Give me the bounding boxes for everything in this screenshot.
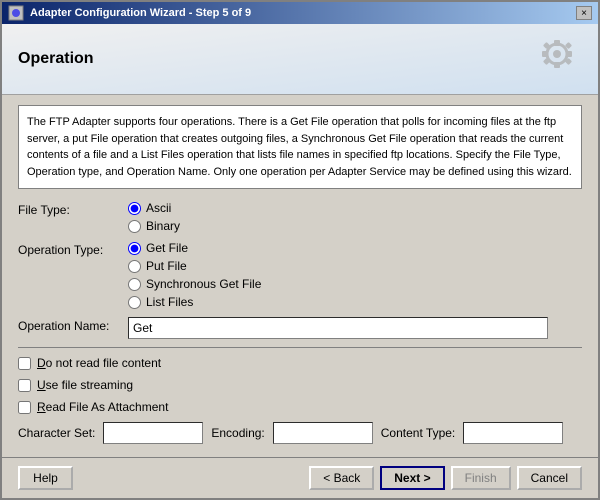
file-type-binary-item[interactable]: Binary bbox=[128, 219, 180, 233]
no-read-checkbox-row[interactable]: Do not read file content bbox=[18, 356, 582, 370]
no-read-checkbox[interactable] bbox=[18, 357, 31, 370]
encoding-input[interactable] bbox=[273, 422, 373, 444]
op-get-file-label: Get File bbox=[146, 241, 188, 255]
footer-buttons: < Back Next > Finish Cancel bbox=[309, 466, 582, 490]
title-text: Adapter Configuration Wizard - Step 5 of… bbox=[30, 7, 251, 19]
op-sync-get-item[interactable]: Synchronous Get File bbox=[128, 277, 261, 291]
op-get-file-radio[interactable] bbox=[128, 242, 141, 255]
description-text: The FTP Adapter supports four operations… bbox=[27, 116, 572, 178]
close-button[interactable]: × bbox=[576, 6, 592, 20]
content-type-label: Content Type: bbox=[381, 426, 456, 440]
file-type-ascii-radio[interactable] bbox=[128, 202, 141, 215]
character-set-input[interactable] bbox=[103, 422, 203, 444]
op-sync-get-radio[interactable] bbox=[128, 278, 141, 291]
gear-icon bbox=[522, 34, 582, 84]
operation-name-row: Operation Name: bbox=[18, 317, 582, 339]
op-sync-get-label: Synchronous Get File bbox=[146, 277, 261, 291]
operation-name-label: Operation Name: bbox=[18, 317, 128, 333]
file-type-ascii-item[interactable]: Ascii bbox=[128, 201, 180, 215]
file-type-group: Ascii Binary bbox=[128, 201, 180, 233]
op-list-files-item[interactable]: List Files bbox=[128, 295, 261, 309]
operation-type-group: Get File Put File Synchronous Get File L… bbox=[128, 241, 261, 309]
file-type-binary-radio[interactable] bbox=[128, 220, 141, 233]
op-put-file-item[interactable]: Put File bbox=[128, 259, 261, 273]
help-button[interactable]: Help bbox=[18, 466, 73, 490]
op-put-file-label: Put File bbox=[146, 259, 187, 273]
wizard-icon bbox=[8, 5, 24, 21]
wizard-window: Adapter Configuration Wizard - Step 5 of… bbox=[0, 0, 600, 500]
streaming-checkbox[interactable] bbox=[18, 379, 31, 392]
file-type-binary-label: Binary bbox=[146, 219, 180, 233]
operation-name-input[interactable] bbox=[128, 317, 548, 339]
character-set-label: Character Set: bbox=[18, 426, 95, 440]
header-section: Operation bbox=[2, 24, 598, 95]
file-type-row: File Type: Ascii Binary bbox=[18, 201, 582, 233]
operation-type-row: Operation Type: Get File Put File Synchr… bbox=[18, 241, 582, 309]
title-bar-left: Adapter Configuration Wizard - Step 5 of… bbox=[8, 5, 251, 21]
attachment-checkbox[interactable] bbox=[18, 401, 31, 414]
file-type-ascii-label: Ascii bbox=[146, 201, 171, 215]
op-get-file-item[interactable]: Get File bbox=[128, 241, 261, 255]
page-title: Operation bbox=[18, 50, 94, 68]
no-read-label: Do not read file content bbox=[37, 356, 161, 370]
next-button[interactable]: Next > bbox=[380, 466, 444, 490]
attachment-label: Read File As Attachment bbox=[37, 400, 168, 414]
bottom-fields-row: Character Set: Encoding: Content Type: bbox=[18, 422, 582, 444]
description-box: The FTP Adapter supports four operations… bbox=[18, 105, 582, 189]
title-bar: Adapter Configuration Wizard - Step 5 of… bbox=[2, 2, 598, 24]
op-list-files-radio[interactable] bbox=[128, 296, 141, 309]
encoding-label: Encoding: bbox=[211, 426, 264, 440]
content-area: The FTP Adapter supports four operations… bbox=[2, 95, 598, 457]
file-type-label: File Type: bbox=[18, 201, 128, 217]
finish-button: Finish bbox=[451, 466, 511, 490]
streaming-label: Use file streaming bbox=[37, 378, 133, 392]
op-put-file-radio[interactable] bbox=[128, 260, 141, 273]
op-list-files-label: List Files bbox=[146, 295, 193, 309]
streaming-checkbox-row[interactable]: Use file streaming bbox=[18, 378, 582, 392]
attachment-checkbox-row[interactable]: Read File As Attachment bbox=[18, 400, 582, 414]
cancel-button[interactable]: Cancel bbox=[517, 466, 582, 490]
back-button[interactable]: < Back bbox=[309, 466, 374, 490]
operation-type-label: Operation Type: bbox=[18, 241, 128, 257]
footer: Help < Back Next > Finish Cancel bbox=[2, 457, 598, 498]
content-type-input[interactable] bbox=[463, 422, 563, 444]
divider-1 bbox=[18, 347, 582, 348]
